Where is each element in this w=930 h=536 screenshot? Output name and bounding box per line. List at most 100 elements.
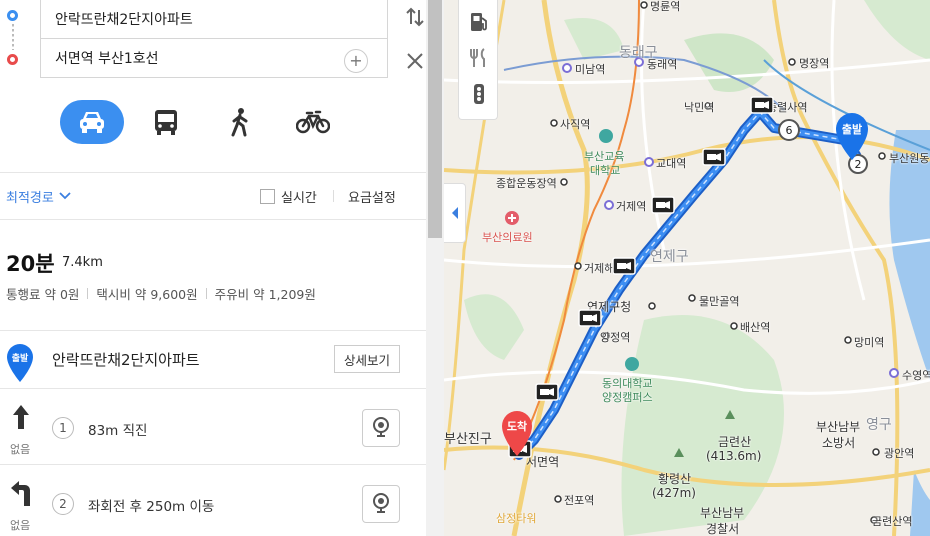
realtime-checkbox[interactable]: 실시간 — [260, 187, 317, 206]
destination-text: 서면역 부산1호선 — [55, 51, 159, 67]
step-number: 2 — [52, 493, 74, 515]
start-marker-label: 출발 — [12, 352, 29, 364]
end-pin-label: 도착 — [507, 419, 527, 433]
route-panel: 안락뜨란채2단지아파트 서면역 부산1호선 + 최적경로 실시간 요금설정 20… — [0, 0, 426, 536]
left-turn-arrow-icon — [11, 481, 30, 506]
swap-icon[interactable] — [404, 6, 426, 28]
chevron-down-icon — [59, 192, 71, 200]
straight-arrow-icon — [13, 405, 29, 429]
map-label: (413.6m) — [706, 449, 762, 463]
map-label: 삼정타워 — [496, 512, 537, 525]
scrollbar-thumb[interactable] — [428, 0, 442, 238]
start-name: 안락뜨란채2단지아파트 — [52, 351, 200, 369]
map-label: 거제해 — [584, 262, 615, 275]
map-label: 명장역 — [799, 57, 830, 70]
panel-scrollbar[interactable] — [426, 0, 444, 536]
map-label: (427m) — [652, 486, 696, 500]
bus-mode-button[interactable] — [134, 100, 198, 144]
bike-mode-button[interactable] — [281, 100, 345, 144]
destination-input[interactable]: 서면역 부산1호선 — [40, 38, 388, 78]
cctv-marker-icon[interactable] — [535, 383, 559, 403]
fuel-cost-text: 주유비 약 1,209원 — [214, 287, 316, 302]
map-label: 연제구 — [650, 249, 689, 265]
map-label: 대학교 — [590, 164, 621, 177]
start-pin-icon[interactable]: 출발 — [834, 112, 870, 162]
cost-info: 통행료 약 0원 택시비 약 9,600원 주유비 약 1,209원 — [6, 284, 316, 303]
route-options-bar: 최적경로 실시간 요금설정 — [0, 172, 426, 220]
cctv-marker-icon[interactable] — [612, 257, 636, 277]
map-label: 양정캠퍼스 — [602, 391, 653, 404]
cctv-marker-icon[interactable] — [578, 309, 602, 329]
map-label: 미남역 — [575, 63, 606, 76]
taxi-fare-text: 택시비 약 9,600원 — [96, 287, 198, 302]
step-none-label: 없음 — [10, 519, 31, 532]
start-step-row: 출발 안락뜨란채2단지아파트 상세보기 — [0, 330, 426, 388]
realtime-label: 실시간 — [281, 190, 317, 206]
checkbox-box — [260, 188, 275, 204]
map-label: 낙민역 — [684, 101, 715, 114]
route-option-label: 최적경로 — [6, 190, 54, 206]
divider — [205, 288, 207, 299]
walk-mode-button[interactable] — [208, 100, 272, 144]
map-label: 거제역 — [616, 200, 647, 213]
map-label: 교대역 — [656, 157, 687, 170]
map-label: 부산남부 — [816, 420, 861, 434]
step-none-label: 없음 — [10, 443, 31, 456]
bus-icon — [155, 110, 177, 135]
origin-text: 안락뜨란채2단지아파트 — [55, 11, 193, 28]
origin-input[interactable]: 안락뜨란채2단지아파트 — [40, 0, 388, 38]
map-label: 배산역 — [740, 321, 771, 334]
map-label: 경찰서 — [706, 522, 740, 536]
end-pin-icon[interactable]: 도착 — [500, 410, 534, 458]
gas-station-icon[interactable] — [467, 10, 491, 34]
map-view[interactable]: 명륜역 동래구 미남역 동래역 명장역 낙민역 충렬사역 사직역 부산교육 대학… — [444, 0, 930, 536]
street-view-icon — [373, 493, 389, 513]
start-marker-icon: 출발 — [7, 344, 33, 382]
map-label: 부산원동 — [889, 152, 930, 165]
step-text: 83m 직진 — [88, 423, 148, 439]
map-label: 부산남부 — [700, 506, 745, 520]
map-label: 명륜역 — [650, 0, 681, 13]
cctv-marker-icon[interactable] — [702, 148, 726, 168]
distance-text: 7.4km — [62, 255, 103, 270]
step-row[interactable]: 없음 2 좌회전 후 250m 이동 — [0, 464, 426, 536]
map-label: 소방서 — [822, 436, 856, 450]
step-text: 좌회전 후 250m 이동 — [88, 499, 215, 515]
map-label: 영구 — [866, 417, 892, 433]
map-label: 사직역 — [560, 118, 591, 131]
car-icon — [80, 112, 104, 133]
map-label: 물만골역 — [699, 295, 740, 308]
map-label: 금련산역 — [872, 515, 913, 528]
map-label: 황령산 — [658, 472, 692, 486]
cctv-marker-icon[interactable] — [750, 96, 774, 116]
add-waypoint-button[interactable]: + — [344, 49, 368, 73]
route-number-badge: 6 — [778, 119, 800, 141]
destination-dot-icon — [7, 54, 18, 65]
fare-setting-button[interactable]: 요금설정 — [348, 187, 396, 206]
divider — [87, 288, 89, 299]
cctv-marker-icon[interactable] — [651, 196, 675, 216]
detail-view-button[interactable]: 상세보기 — [334, 345, 400, 373]
toll-text: 통행료 약 0원 — [6, 287, 80, 302]
collapse-panel-button[interactable] — [444, 183, 466, 243]
map-label: 종합운동장역 — [496, 177, 557, 190]
traffic-light-icon[interactable] — [467, 82, 491, 106]
map-label: 전포역 — [564, 494, 595, 507]
start-pin-label: 출발 — [842, 122, 862, 136]
step-row[interactable]: 없음 1 83m 직진 — [0, 388, 426, 464]
street-view-button[interactable] — [362, 409, 400, 447]
close-icon[interactable] — [404, 50, 426, 72]
chevron-left-icon — [451, 207, 458, 219]
restaurant-icon[interactable] — [467, 46, 491, 70]
bike-icon — [296, 110, 330, 134]
map-label: 금련산 — [718, 435, 752, 449]
map-label: 부산진구 — [444, 432, 492, 447]
car-mode-button[interactable] — [60, 100, 124, 144]
walk-icon — [231, 108, 248, 137]
street-view-button[interactable] — [362, 485, 400, 523]
route-option-dropdown[interactable]: 최적경로 — [6, 187, 71, 206]
map-toolbar — [458, 0, 498, 120]
map-label: 광안역 — [884, 447, 915, 460]
step-number: 1 — [52, 417, 74, 439]
route-connector — [12, 24, 14, 50]
